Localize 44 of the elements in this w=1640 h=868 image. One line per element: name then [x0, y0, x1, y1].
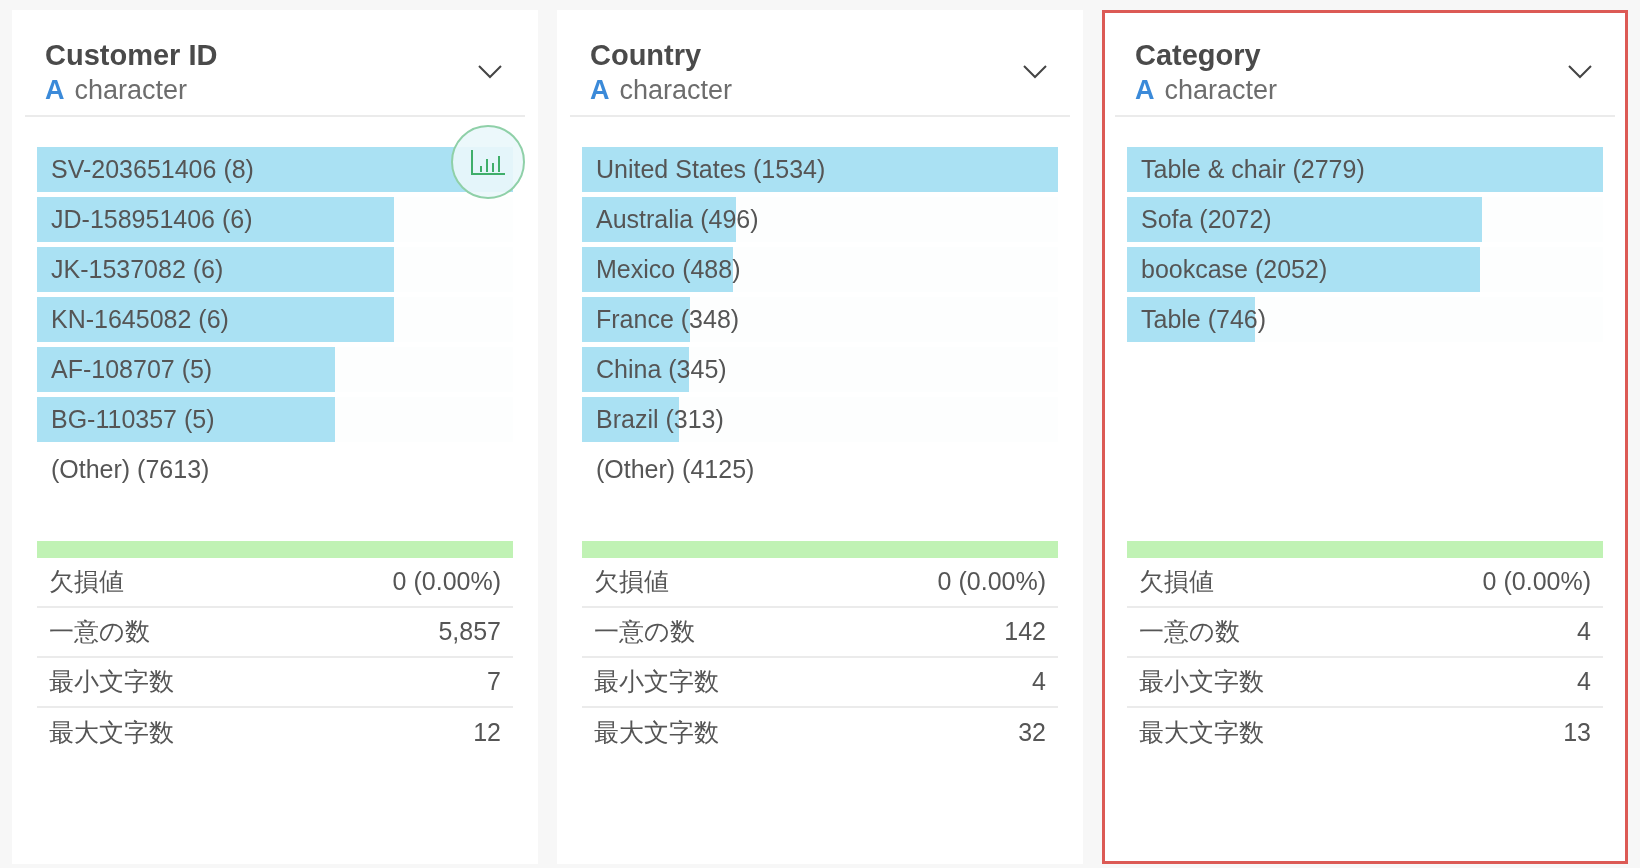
stat-value: 5,857: [438, 616, 501, 648]
column-type: character: [619, 74, 733, 107]
stat-label: 欠損値: [49, 566, 124, 598]
stat-value: 12: [473, 717, 501, 749]
type-icon: A: [590, 73, 610, 107]
value-label[interactable]: France (348): [596, 300, 740, 339]
stat-value: 32: [1018, 717, 1046, 749]
stat-value: 142: [1004, 616, 1046, 648]
column-title: Country: [590, 38, 703, 73]
stat-label: 一意の数: [1139, 616, 1240, 648]
stat-label: 欠損値: [594, 566, 669, 598]
bar-chart-icon: [470, 148, 506, 176]
chevron-down-icon[interactable]: [1567, 64, 1593, 80]
stat-value: 0 (0.00%): [1482, 566, 1591, 598]
stat-value: 13: [1563, 717, 1591, 749]
stat-label: 最大文字数: [1139, 717, 1264, 749]
stat-label: 最大文字数: [49, 717, 174, 749]
other-label: (Other) (4125): [595, 453, 755, 485]
stat-label: 最大文字数: [594, 717, 719, 749]
type-icon: A: [1135, 73, 1155, 107]
stat-value: 7: [487, 666, 501, 698]
chevron-down-icon[interactable]: [477, 64, 503, 80]
stat-label: 一意の数: [594, 616, 695, 648]
other-label: (Other) (7613): [50, 453, 210, 485]
type-icon: A: [45, 73, 65, 107]
stat-label: 最小文字数: [1139, 666, 1264, 698]
stat-value: 4: [1032, 666, 1046, 698]
stat-value: 0 (0.00%): [392, 566, 501, 598]
stat-label: 一意の数: [49, 616, 150, 648]
stat-label: 欠損値: [1139, 566, 1214, 598]
stat-label: 最小文字数: [49, 666, 174, 698]
chevron-down-icon[interactable]: [1022, 64, 1048, 80]
value-label[interactable]: China (345): [596, 350, 727, 389]
column-title: Customer ID: [45, 38, 218, 73]
column-title: Category: [1135, 38, 1262, 73]
stat-value: 0 (0.00%): [937, 566, 1046, 598]
stat-value: 4: [1577, 616, 1591, 648]
column-type: character: [1164, 74, 1278, 107]
value-label[interactable]: Mexico (488): [596, 250, 741, 289]
column-type: character: [74, 74, 188, 107]
value-label[interactable]: Brazil (313): [596, 400, 724, 439]
stat-value: 4: [1577, 666, 1591, 698]
stat-label: 最小文字数: [594, 666, 719, 698]
value-label[interactable]: Table (746): [1141, 300, 1267, 339]
